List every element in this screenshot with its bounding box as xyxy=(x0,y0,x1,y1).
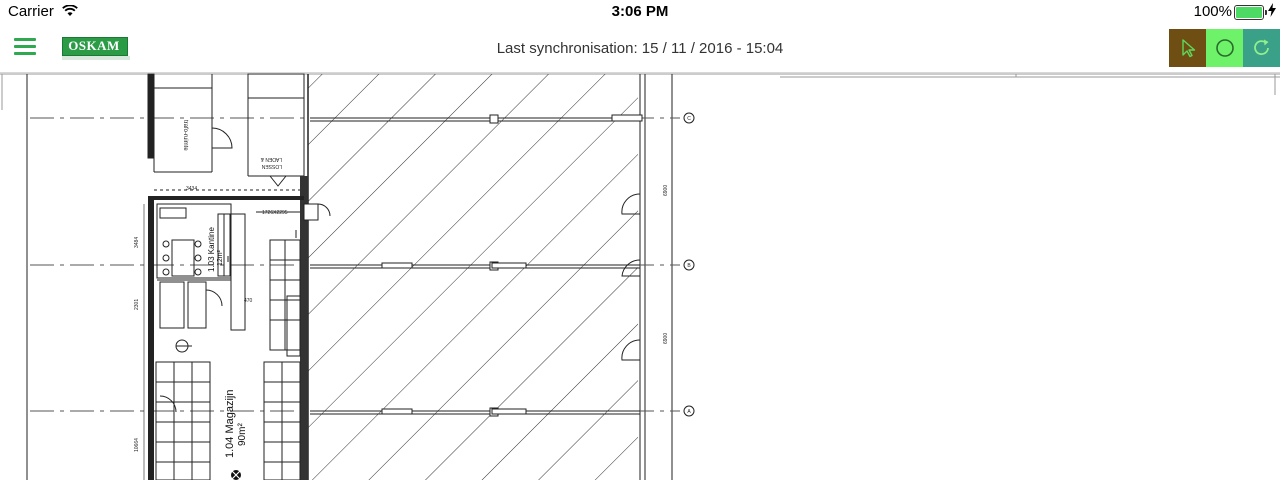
grid-marker-c: C xyxy=(687,116,691,122)
dimension-3434: 3434 xyxy=(186,186,197,192)
charging-icon xyxy=(1268,3,1276,21)
sync-status: Last synchronisation: 15 / 11 / 2016 - 1… xyxy=(496,40,784,57)
redo-icon xyxy=(1253,39,1269,56)
room-label-kantine: 1.03 Kantine xyxy=(207,227,216,272)
dimension-10664: 10664 xyxy=(134,438,140,452)
status-bar: Carrier 3:06 PM 100% xyxy=(0,0,1280,24)
clock-time: 3:06 PM xyxy=(611,3,669,20)
dimension-6900-lower: 6900 xyxy=(663,333,669,344)
floorplan-canvas[interactable]: C B A 6900 6900 trafo-ruimte LADEN & LOS… xyxy=(0,73,1280,480)
floorplan-drawing: C B A 6900 6900 trafo-ruimte LADEN & LOS… xyxy=(0,73,1280,480)
dimension-2301: 2301 xyxy=(134,299,140,310)
battery-icon xyxy=(1234,5,1267,20)
circle-tool-button[interactable] xyxy=(1206,29,1243,67)
room-label-magazijn-area: 90m² xyxy=(237,423,248,446)
circle-icon xyxy=(1215,39,1234,57)
pointer-tool-button[interactable] xyxy=(1169,29,1206,67)
dimension-door: 1726X2295 xyxy=(262,210,288,216)
dimension-470: 470 xyxy=(244,298,253,304)
room-label-kantine-area: 12m² xyxy=(217,249,224,266)
battery-percent: 100% xyxy=(1193,3,1232,20)
nav-bar: OSKAM Last synchronisation: 15 / 11 / 20… xyxy=(0,24,1280,73)
dimension-6900-upper: 6900 xyxy=(663,185,669,196)
cursor-arrow-icon xyxy=(1181,39,1195,58)
toolbar xyxy=(1169,29,1280,67)
room-label-magazijn: 1.04 Magazijn xyxy=(224,390,236,459)
room-label-laden-1: LADEN & xyxy=(260,156,282,162)
room-label-laden-2: LOSSEN xyxy=(261,163,282,169)
room-tag-icon xyxy=(231,470,241,480)
room-label-trafo: trafo-ruimte xyxy=(182,120,188,151)
redo-tool-button[interactable] xyxy=(1243,29,1280,67)
dimension-3484: 3484 xyxy=(134,237,140,248)
